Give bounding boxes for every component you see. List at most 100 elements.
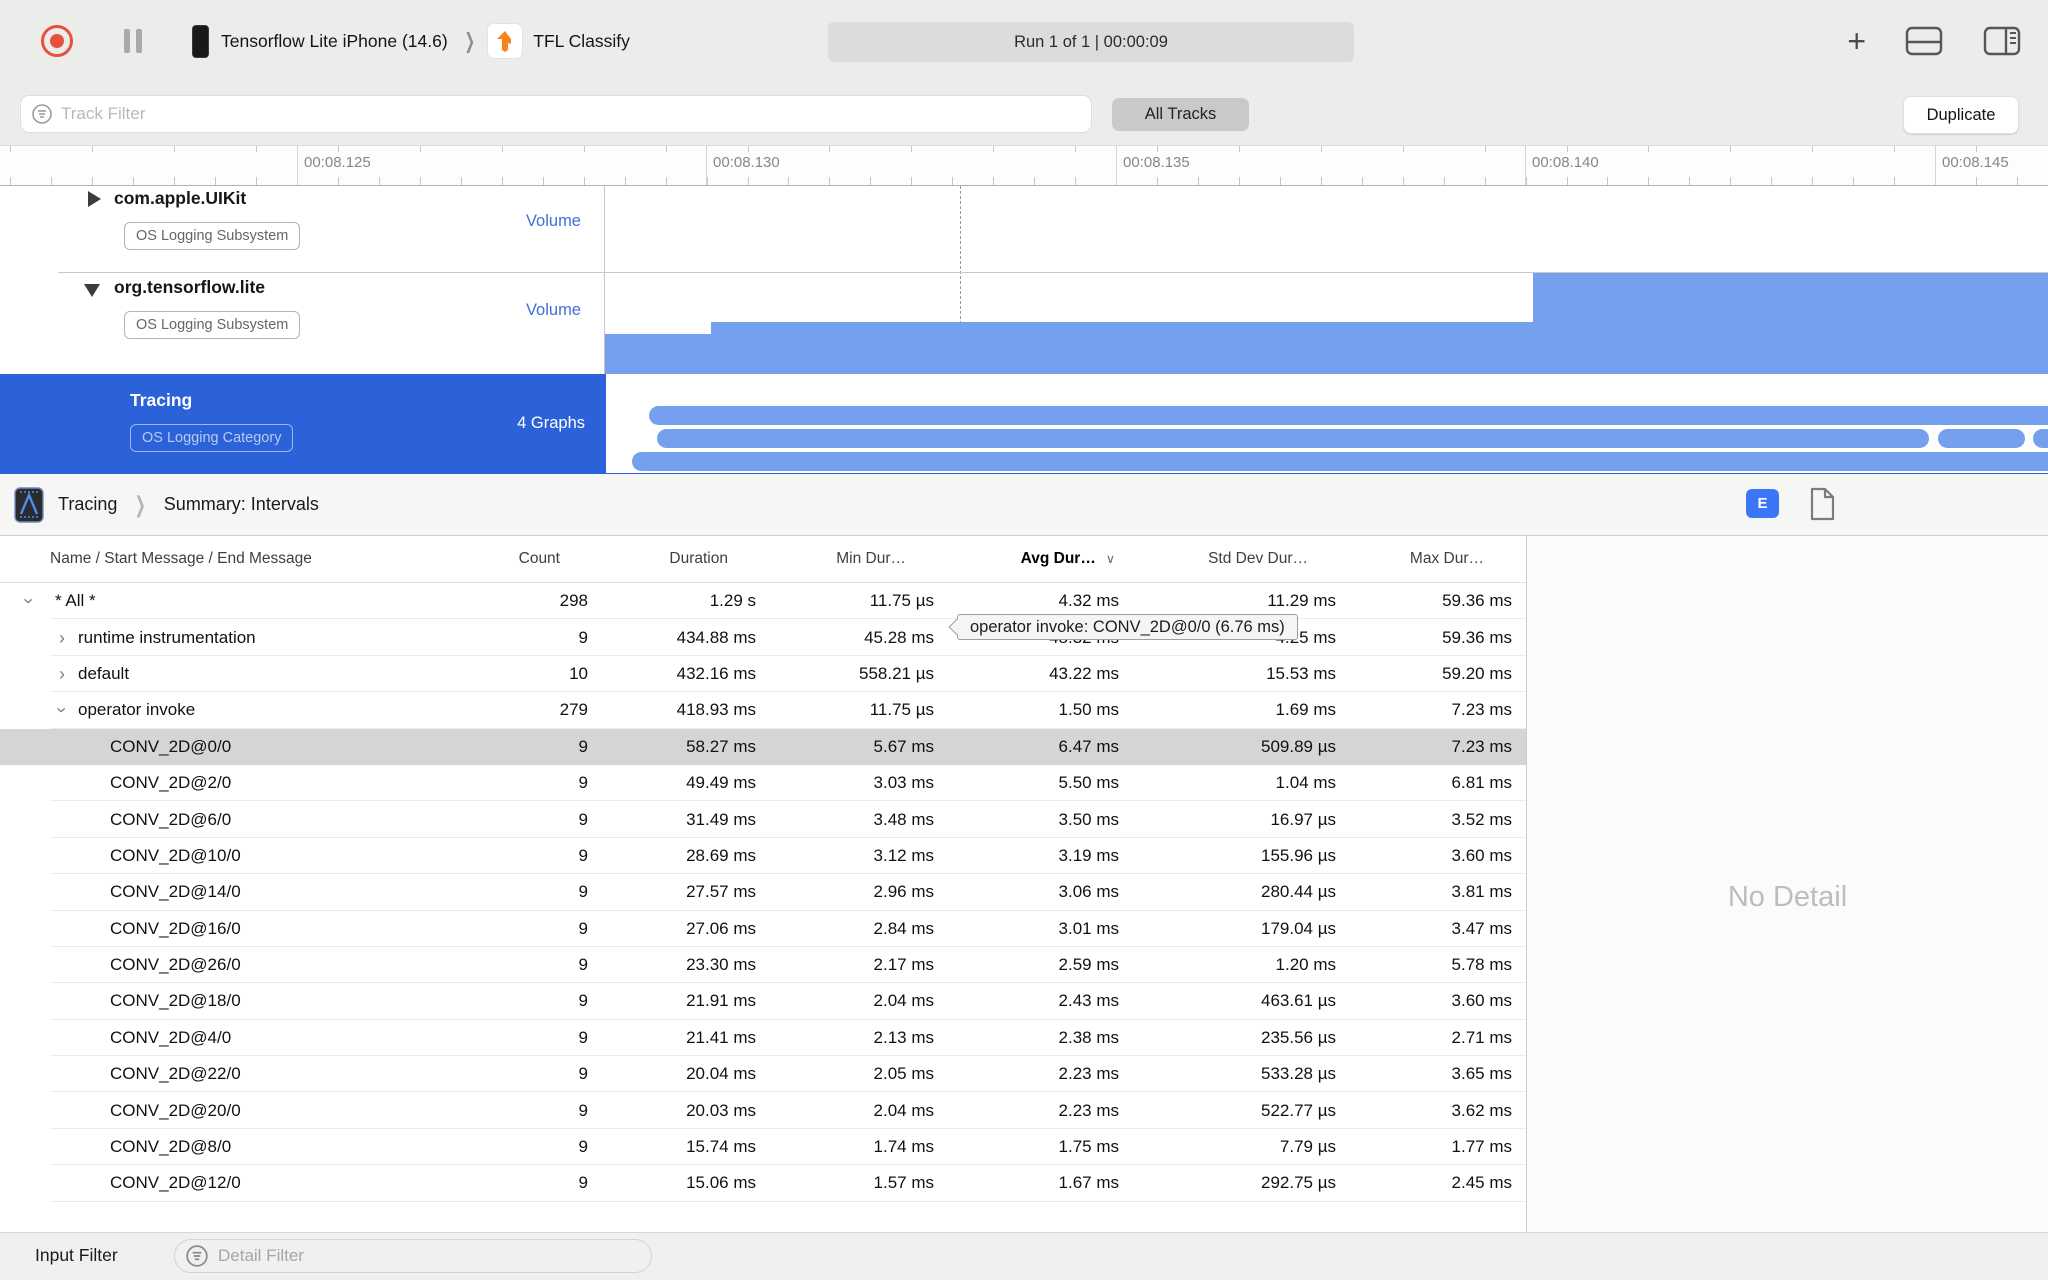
row-count-cell: 9 bbox=[578, 918, 588, 938]
row-std-cell: 11.29 ms bbox=[1267, 591, 1336, 611]
table-header: Name / Start Message / End Message Count… bbox=[0, 536, 1526, 583]
track-row-tensorflow[interactable]: org.tensorflow.lite OS Logging Subsystem… bbox=[0, 273, 2048, 374]
row-count-cell: 9 bbox=[578, 955, 588, 975]
pause-button[interactable] bbox=[124, 29, 142, 53]
row-count-cell: 9 bbox=[578, 736, 588, 756]
row-max-cell: 7.23 ms bbox=[1451, 700, 1512, 720]
detail-filter-placeholder: Detail Filter bbox=[218, 1246, 304, 1265]
filter-icon bbox=[32, 104, 52, 124]
table-row[interactable]: CONV_2D@18/0 9 21.91 ms 2.04 ms 2.43 ms 463.6… bbox=[0, 983, 1526, 1020]
table-row[interactable]: CONV_2D@4/0 9 21.41 ms 2.13 ms 2.38 ms 235.56… bbox=[0, 1020, 1526, 1057]
row-avg-cell: 6.47 ms bbox=[1058, 736, 1119, 756]
ruler-gridline bbox=[297, 146, 298, 185]
table-row[interactable]: CONV_2D@2/0 9 49.49 ms 3.03 ms 5.50 ms 1.04 m… bbox=[0, 765, 1526, 802]
row-max-cell: 5.78 ms bbox=[1451, 955, 1512, 975]
row-avg-cell: 2.23 ms bbox=[1058, 1100, 1119, 1120]
column-header-count[interactable]: Count bbox=[460, 550, 602, 568]
breadcrumb-tracing[interactable]: Tracing bbox=[58, 494, 117, 515]
row-std-cell: 1.69 ms bbox=[1275, 700, 1336, 720]
all-tracks-button[interactable]: All Tracks bbox=[1112, 98, 1249, 131]
row-count-cell: 9 bbox=[578, 627, 588, 647]
target-selector[interactable]: TFL Classify bbox=[533, 31, 630, 52]
instrument-icon bbox=[14, 486, 44, 523]
table-row[interactable]: CONV_2D@6/0 9 31.49 ms 3.48 ms 3.50 ms 16.97 … bbox=[0, 801, 1526, 838]
row-duration-cell: 23.30 ms bbox=[686, 955, 756, 975]
row-min-cell: 2.84 ms bbox=[873, 918, 934, 938]
row-min-cell: 1.74 ms bbox=[873, 1137, 934, 1157]
volume-graph-segment bbox=[1533, 273, 2048, 374]
tensorflow-logo-icon[interactable] bbox=[487, 23, 524, 59]
row-avg-cell: 2.43 ms bbox=[1058, 991, 1119, 1011]
row-duration-cell: 20.04 ms bbox=[686, 1064, 756, 1084]
track-graph-uikit[interactable] bbox=[604, 186, 2048, 272]
table-row[interactable]: CONV_2D@0/0 9 58.27 ms 5.67 ms 6.47 ms 509.89… bbox=[0, 728, 1526, 765]
row-duration-cell: 21.41 ms bbox=[686, 1027, 756, 1047]
detail-filter-input[interactable]: Detail Filter bbox=[174, 1239, 652, 1273]
row-label: CONV_2D@20/0 bbox=[110, 1100, 241, 1120]
table-row[interactable]: CONV_2D@20/0 9 20.03 ms 2.04 ms 2.23 ms 522.7… bbox=[0, 1092, 1526, 1129]
timeline-ruler[interactable]: 00:08.125 00:08.130 00:08.135 00:08.140 00:0… bbox=[0, 145, 2048, 186]
row-max-cell: 1.77 ms bbox=[1451, 1137, 1512, 1157]
table-row[interactable]: CONV_2D@14/0 9 27.57 ms 2.96 ms 3.06 ms 280.4… bbox=[0, 874, 1526, 911]
disclosure-expanded-icon[interactable] bbox=[84, 284, 100, 297]
row-label: CONV_2D@10/0 bbox=[110, 845, 241, 865]
column-header-avg-dur[interactable]: Avg Dur… ∨ bbox=[948, 550, 1133, 568]
detail-breadcrumb-bar: Tracing ❯ Summary: Intervals bbox=[0, 474, 2048, 536]
row-name-cell: CONV_2D@8/0 bbox=[0, 1137, 460, 1157]
track-filter-input[interactable]: Track Filter bbox=[20, 95, 1092, 133]
document-icon[interactable] bbox=[1806, 487, 1838, 521]
row-duration-cell: 27.57 ms bbox=[686, 882, 756, 902]
chevron-right-icon: ❯ bbox=[464, 29, 475, 53]
track-row-uikit[interactable]: com.apple.UIKit OS Logging Subsystem Vol… bbox=[0, 186, 2048, 272]
row-min-cell: 11.75 µs bbox=[869, 591, 934, 611]
disclosure-collapsed-icon[interactable] bbox=[88, 191, 101, 207]
row-min-cell: 11.75 µs bbox=[869, 700, 934, 720]
bottom-pane-toggle-button[interactable] bbox=[1904, 25, 1944, 57]
device-selector[interactable]: Tensorflow Lite iPhone (14.6) bbox=[221, 31, 448, 52]
table-row[interactable]: CONV_2D@10/0 9 28.69 ms 3.12 ms 3.19 ms 155.9… bbox=[0, 838, 1526, 875]
row-std-cell: 155.96 µs bbox=[1260, 845, 1336, 865]
disclosure-collapsed-icon[interactable]: › bbox=[54, 665, 70, 683]
disclosure-expanded-icon[interactable]: › bbox=[52, 702, 72, 718]
interval-bar[interactable] bbox=[632, 452, 2048, 471]
table-row[interactable]: CONV_2D@8/0 9 15.74 ms 1.74 ms 1.75 ms 7.79 µ… bbox=[0, 1129, 1526, 1166]
interval-bar[interactable] bbox=[649, 406, 2048, 425]
disclosure-expanded-icon[interactable]: › bbox=[19, 593, 39, 609]
column-header-max-dur[interactable]: Max Dur… bbox=[1350, 550, 1526, 568]
row-name-cell: CONV_2D@20/0 bbox=[0, 1101, 460, 1121]
row-name-cell: › * All * bbox=[0, 591, 460, 611]
ruler-tick-label: 00:08.145 bbox=[1942, 154, 2009, 171]
table-row[interactable]: CONV_2D@16/0 9 27.06 ms 2.84 ms 3.01 ms 179.0… bbox=[0, 911, 1526, 947]
column-header-duration[interactable]: Duration bbox=[602, 550, 770, 568]
instruments-window: Tensorflow Lite iPhone (14.6) ❯ TFL Clas… bbox=[0, 0, 2048, 1280]
interval-bar[interactable] bbox=[2033, 429, 2048, 448]
extended-detail-button[interactable]: E bbox=[1746, 489, 1779, 518]
row-name-cell: › default bbox=[0, 664, 460, 684]
row-max-cell: 3.47 ms bbox=[1451, 918, 1512, 938]
table-row[interactable]: › operator invoke 279 418.93 ms 11.75 µs 1.50… bbox=[0, 692, 1526, 729]
table-row[interactable]: CONV_2D@22/0 9 20.04 ms 2.05 ms 2.23 ms 533.2… bbox=[0, 1056, 1526, 1093]
table-row[interactable]: › default 10 432.16 ms 558.21 µs 43.22 ms 15.5… bbox=[0, 656, 1526, 693]
track-row-tracing[interactable]: Tracing OS Logging Category 4 Graphs bbox=[0, 374, 2048, 474]
row-name-cell: CONV_2D@14/0 bbox=[0, 882, 460, 902]
column-header-std-dev-dur[interactable]: Std Dev Dur… bbox=[1133, 550, 1350, 568]
add-instrument-button[interactable]: + bbox=[1847, 25, 1866, 57]
ruler-gridline bbox=[1116, 146, 1117, 185]
input-filter-label: Input Filter bbox=[35, 1245, 118, 1265]
row-count-cell: 9 bbox=[578, 882, 588, 902]
disclosure-collapsed-icon[interactable]: › bbox=[54, 629, 70, 647]
column-header-name[interactable]: Name / Start Message / End Message bbox=[0, 550, 460, 568]
record-button[interactable] bbox=[41, 25, 73, 57]
column-header-min-dur[interactable]: Min Dur… bbox=[770, 550, 948, 568]
row-min-cell: 2.17 ms bbox=[873, 955, 934, 975]
interval-bar[interactable] bbox=[1938, 429, 2025, 448]
row-avg-cell: 5.50 ms bbox=[1058, 773, 1119, 793]
table-row[interactable]: CONV_2D@26/0 9 23.30 ms 2.17 ms 2.59 ms 1.20 … bbox=[0, 947, 1526, 984]
right-pane-toggle-button[interactable] bbox=[1982, 25, 2022, 57]
duplicate-button[interactable]: Duplicate bbox=[1903, 96, 2019, 134]
track-graph-tracing[interactable] bbox=[606, 374, 2048, 473]
breadcrumb-summary-intervals[interactable]: Summary: Intervals bbox=[164, 494, 319, 515]
table-row[interactable]: CONV_2D@12/0 9 15.06 ms 1.57 ms 1.67 ms 292.7… bbox=[0, 1165, 1526, 1202]
track-title: org.tensorflow.lite bbox=[114, 277, 266, 297]
interval-bar[interactable] bbox=[657, 429, 1929, 448]
